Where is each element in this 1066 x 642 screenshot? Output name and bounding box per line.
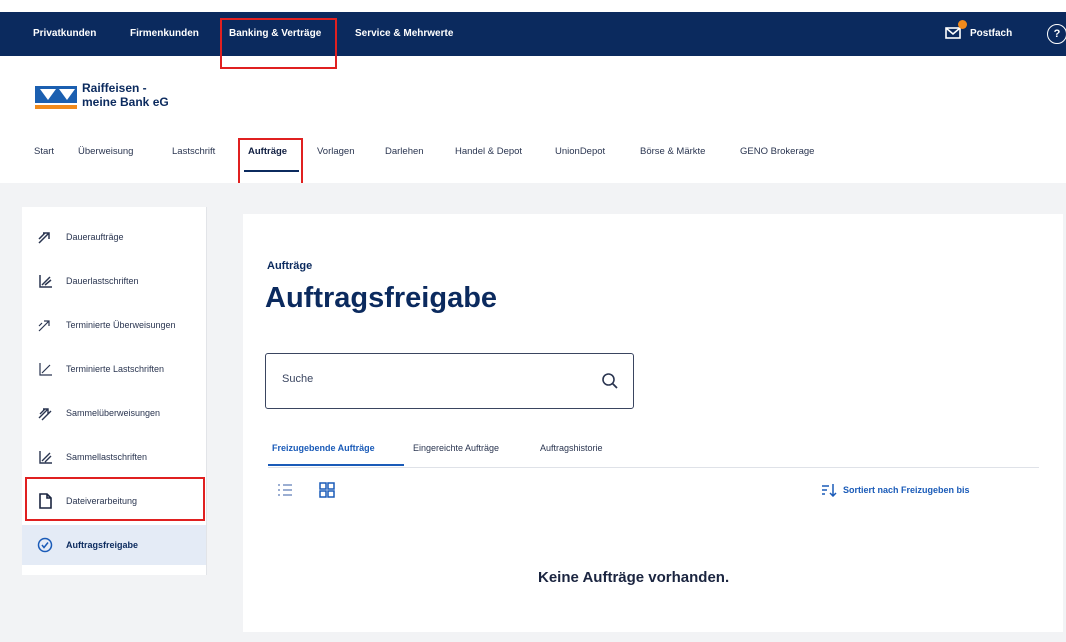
sidebar-item-terminierte-lastschriften[interactable]: Terminierte Lastschriften — [22, 349, 206, 389]
subnav-start[interactable]: Start — [34, 146, 54, 157]
sidebar-item-dauerlastschriften[interactable]: Dauerlastschriften — [22, 261, 206, 301]
subnav-handel-depot[interactable]: Handel & Depot — [455, 146, 522, 157]
sidebar-item-auftragsfreigabe[interactable]: Auftragsfreigabe — [22, 525, 206, 565]
bank-name-line1: Raiffeisen - — [82, 81, 147, 95]
topnav-service-mehrwerte[interactable]: Service & Mehrwerte — [355, 12, 453, 56]
search-placeholder: Suche — [282, 373, 314, 385]
sidebar-item-sammelueberweisungen[interactable]: Sammelüberweisungen — [22, 393, 206, 433]
breadcrumb[interactable]: Aufträge — [267, 260, 312, 272]
topnav-firmenkunden[interactable]: Firmenkunden — [130, 12, 199, 56]
scheduled-transfer-icon — [38, 320, 50, 332]
batch-transfer-icon — [38, 408, 52, 421]
subnav-vorlagen[interactable]: Vorlagen — [317, 146, 355, 157]
highlight-box-auftraege — [238, 138, 303, 185]
batch-debit-icon — [39, 451, 52, 464]
sidebar-item-label: Daueraufträge — [66, 231, 124, 242]
notification-badge — [958, 20, 967, 29]
standing-order-icon — [38, 232, 50, 244]
empty-state-message: Keine Aufträge vorhanden. — [538, 569, 730, 586]
subnav-darlehen[interactable]: Darlehen — [385, 146, 424, 157]
highlight-box-banking — [220, 18, 337, 69]
bank-name: Raiffeisen - meine Bank eG — [82, 81, 169, 109]
page-title: Auftragsfreigabe — [265, 282, 498, 314]
bank-name-line2: meine Bank eG — [82, 95, 169, 109]
subnav-lastschrift[interactable]: Lastschrift — [172, 146, 215, 157]
grid-view-icon[interactable] — [318, 481, 336, 499]
standing-debit-icon — [39, 275, 52, 288]
sidebar-item-label: Dauerlastschriften — [66, 275, 139, 286]
tab-active-indicator — [268, 464, 404, 466]
tab-freizugebende-auftraege[interactable]: Freizugebende Aufträge — [272, 443, 375, 453]
sort-icon — [822, 484, 837, 497]
scheduled-debit-icon — [39, 363, 52, 376]
sidebar-item-label: Terminierte Überweisungen — [66, 319, 176, 330]
postfach-link[interactable]: Postfach — [970, 12, 1012, 56]
subnav-uniondepot[interactable]: UnionDepot — [555, 146, 605, 157]
search-input[interactable]: Suche — [265, 353, 634, 409]
sidebar-item-label: Sammelüberweisungen — [66, 407, 161, 418]
topnav-privatkunden[interactable]: Privatkunden — [33, 12, 96, 56]
search-icon[interactable] — [601, 372, 619, 390]
tab-auftragshistorie[interactable]: Auftragshistorie — [540, 443, 603, 453]
highlight-box-dateiverarbeitung — [25, 477, 205, 521]
sort-label: Sortiert nach Freizugeben bis — [843, 485, 970, 495]
sidebar-item-terminierte-ueberweisungen[interactable]: Terminierte Überweisungen — [22, 305, 206, 345]
sort-button[interactable]: Sortiert nach Freizugeben bis — [821, 482, 970, 498]
top-navigation-bar: Privatkunden Firmenkunden Banking & Vert… — [0, 12, 1066, 56]
subnav-ueberweisung[interactable]: Überweisung — [78, 146, 133, 157]
sidebar-item-label: Terminierte Lastschriften — [66, 363, 165, 374]
sidebar-item-label: Auftragsfreigabe — [66, 539, 139, 550]
sidebar-item-label: Sammellastschriften — [66, 451, 148, 462]
check-circle-icon — [37, 537, 53, 553]
subnav-boerse-maerkte[interactable]: Börse & Märkte — [640, 146, 705, 157]
list-view-icon[interactable] — [276, 481, 294, 499]
tab-eingereichte-auftraege[interactable]: Eingereichte Aufträge — [413, 443, 499, 453]
sidebar-item-dauerauftraege[interactable]: Daueraufträge — [22, 217, 206, 257]
help-icon[interactable]: ? — [1047, 24, 1066, 44]
tab-divider — [268, 467, 1039, 468]
sidebar-item-sammellastschriften[interactable]: Sammellastschriften — [22, 437, 206, 477]
subnav-geno-brokerage[interactable]: GENO Brokerage — [740, 146, 814, 157]
volksbank-raiffeisen-logo[interactable] — [35, 86, 77, 110]
